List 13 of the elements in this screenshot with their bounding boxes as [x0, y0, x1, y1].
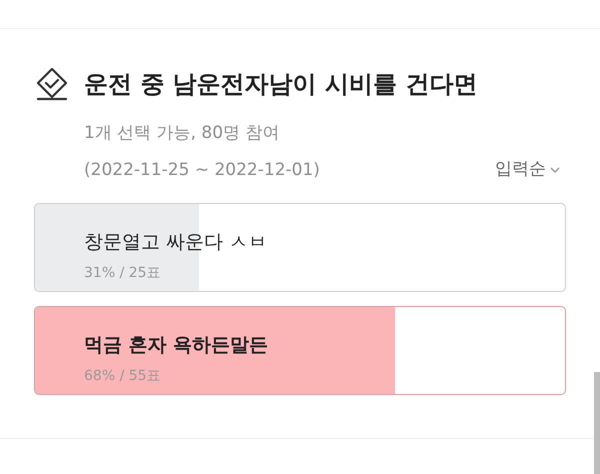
poll-info: 1개 선택 가능, 80명 참여 — [84, 122, 280, 145]
sort-dropdown[interactable]: 입력순 — [495, 157, 560, 182]
option-label: 먹금 혼자 욕하든말든 — [84, 333, 270, 357]
poll-option[interactable]: 창문열고 싸운다 ㅅㅂ 31% / 25표 — [34, 202, 566, 292]
poll-option[interactable]: 먹금 혼자 욕하든말든 68% / 55표 — [34, 306, 566, 394]
scrollbar[interactable] — [594, 372, 600, 474]
option-result: 68% / 55표 — [84, 367, 162, 385]
poll-period: (2022-11-25 ~ 2022-12-01) — [84, 158, 320, 182]
option-result: 31% / 25표 — [84, 264, 162, 282]
option-label: 창문열고 싸운다 ㅅㅂ — [84, 230, 268, 254]
vote-check-icon — [34, 67, 70, 101]
chevron-down-icon — [550, 166, 560, 173]
poll-title: 운전 중 남운전자남이 시비를 건다면 — [84, 72, 478, 96]
